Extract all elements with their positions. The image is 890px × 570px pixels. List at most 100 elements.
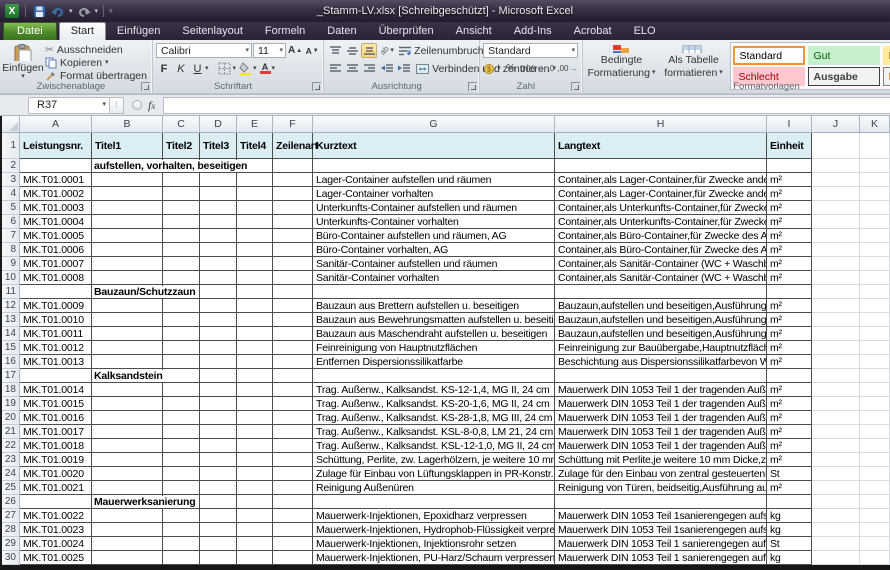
cell-J19[interactable]	[812, 397, 860, 411]
align-right-icon[interactable]	[361, 61, 377, 76]
row-header-30[interactable]: 30	[2, 551, 20, 565]
formula-input[interactable]	[163, 97, 890, 114]
cell-F3[interactable]	[273, 173, 313, 187]
cell-F24[interactable]	[273, 467, 313, 481]
excel-app-icon[interactable]: X	[4, 3, 20, 19]
row-header-24[interactable]: 24	[2, 467, 20, 481]
cell-C3[interactable]	[163, 173, 200, 187]
cell-G7[interactable]: Büro-Container aufstellen und räumen, AG	[313, 229, 555, 243]
cell-A22[interactable]: MK.T01.0018	[20, 439, 92, 453]
copy-button[interactable]: Kopieren▾	[43, 57, 149, 69]
cell-A29[interactable]: MK.T01.0024	[20, 537, 92, 551]
cell-E10[interactable]	[237, 271, 273, 285]
row-header-19[interactable]: 19	[2, 397, 20, 411]
cell-C30[interactable]	[163, 551, 200, 565]
cell-K27[interactable]	[860, 509, 890, 523]
cell-F4[interactable]	[273, 187, 313, 201]
cell-F9[interactable]	[273, 257, 313, 271]
cell-B9[interactable]	[92, 257, 163, 271]
cell-D21[interactable]	[200, 425, 237, 439]
cell-G29[interactable]: Mauerwerk-Injektionen, Injektionsrohr se…	[313, 537, 555, 551]
number-dialog-launcher-icon[interactable]	[571, 82, 580, 91]
cell-E28[interactable]	[237, 523, 273, 537]
cell-K10[interactable]	[860, 271, 890, 285]
cell-I1[interactable]: Einheit	[767, 133, 812, 159]
cell-C25[interactable]	[163, 481, 200, 495]
cell-B22[interactable]	[92, 439, 163, 453]
cell-H16[interactable]: Beschichtung aus Dispersionssilikatfarbe…	[555, 355, 767, 369]
cell-style-gut[interactable]: Gut	[808, 46, 880, 65]
cell-E6[interactable]	[237, 215, 273, 229]
row-header-6[interactable]: 6	[2, 215, 20, 229]
row-header-12[interactable]: 12	[2, 299, 20, 313]
cell-E14[interactable]	[237, 327, 273, 341]
paste-button[interactable]: Einfügen ▾	[3, 42, 43, 81]
row-header-23[interactable]: 23	[2, 453, 20, 467]
cell-H18[interactable]: Mauerwerk DIN 1053 Teil 1 der tragenden …	[555, 383, 767, 397]
cell-I19[interactable]: m²	[767, 397, 812, 411]
increase-decimal-icon[interactable]: ←,0	[538, 61, 556, 76]
cell-G28[interactable]: Mauerwerk-Injektionen, Hydrophob-Flüssig…	[313, 523, 555, 537]
cell-E25[interactable]	[237, 481, 273, 495]
cell-F17[interactable]	[273, 369, 313, 383]
cell-G9[interactable]: Sanitär-Container aufstellen und räumen	[313, 257, 555, 271]
cell-K6[interactable]	[860, 215, 890, 229]
bold-button[interactable]: F	[156, 61, 172, 76]
cell-J4[interactable]	[812, 187, 860, 201]
column-header-D[interactable]: D	[200, 116, 237, 133]
cell-K9[interactable]	[860, 257, 890, 271]
cell-H29[interactable]: Mauerwerk DIN 1053 Teil 1 sanierengegen …	[555, 537, 767, 551]
cell-D10[interactable]	[200, 271, 237, 285]
shrink-font-icon[interactable]: A▼	[304, 43, 320, 58]
cell-D19[interactable]	[200, 397, 237, 411]
cell-G26[interactable]	[313, 495, 555, 509]
cell-K11[interactable]	[860, 285, 890, 299]
cell-E26[interactable]	[237, 495, 273, 509]
tab-elo[interactable]: ELO	[623, 23, 667, 40]
cell-K19[interactable]	[860, 397, 890, 411]
cell-G20[interactable]: Trag. Außenw., Kalksandst. KS-28-1,8, MG…	[313, 411, 555, 425]
cell-C4[interactable]	[163, 187, 200, 201]
cell-E11[interactable]	[237, 285, 273, 299]
row-header-27[interactable]: 27	[2, 509, 20, 523]
cell-F27[interactable]	[273, 509, 313, 523]
cell-D6[interactable]	[200, 215, 237, 229]
cell-G8[interactable]: Büro-Container vorhalten, AG	[313, 243, 555, 257]
cell-C22[interactable]	[163, 439, 200, 453]
cell-F28[interactable]	[273, 523, 313, 537]
cell-E15[interactable]	[237, 341, 273, 355]
name-box-dropdown-icon[interactable]: ▾	[102, 103, 106, 107]
cell-G15[interactable]: Feinreinigung von Hauptnutzflächen	[313, 341, 555, 355]
row-header-14[interactable]: 14	[2, 327, 20, 341]
cell-G24[interactable]: Zulage für Einbau von Lüftungsklappen in…	[313, 467, 555, 481]
row-header-15[interactable]: 15	[2, 341, 20, 355]
cell-D9[interactable]	[200, 257, 237, 271]
cell-D22[interactable]	[200, 439, 237, 453]
cell-B6[interactable]	[92, 215, 163, 229]
cell-K24[interactable]	[860, 467, 890, 481]
cell-G4[interactable]: Lager-Container vorhalten	[313, 187, 555, 201]
cell-style-standard[interactable]: Standard	[733, 46, 805, 65]
cell-D30[interactable]	[200, 551, 237, 565]
cell-A1[interactable]: Leistungsnr.	[20, 133, 92, 159]
undo-icon[interactable]	[50, 3, 66, 19]
tab-ansicht[interactable]: Ansicht	[445, 23, 503, 40]
borders-icon[interactable]: ▾	[217, 61, 237, 76]
cell-K14[interactable]	[860, 327, 890, 341]
column-header-E[interactable]: E	[237, 116, 273, 133]
cell-K23[interactable]	[860, 453, 890, 467]
cell-F22[interactable]	[273, 439, 313, 453]
cell-I7[interactable]: m²	[767, 229, 812, 243]
cell-J7[interactable]	[812, 229, 860, 243]
cell-E5[interactable]	[237, 201, 273, 215]
cell-F15[interactable]	[273, 341, 313, 355]
cell-G3[interactable]: Lager-Container aufstellen und räumen	[313, 173, 555, 187]
cell-A18[interactable]: MK.T01.0014	[20, 383, 92, 397]
cell-J29[interactable]	[812, 537, 860, 551]
cell-A15[interactable]: MK.T01.0012	[20, 341, 92, 355]
cell-J14[interactable]	[812, 327, 860, 341]
cell-D24[interactable]	[200, 467, 237, 481]
cell-G6[interactable]: Unterkunfts-Container vorhalten	[313, 215, 555, 229]
cell-C10[interactable]	[163, 271, 200, 285]
align-bottom-icon[interactable]	[361, 43, 377, 58]
